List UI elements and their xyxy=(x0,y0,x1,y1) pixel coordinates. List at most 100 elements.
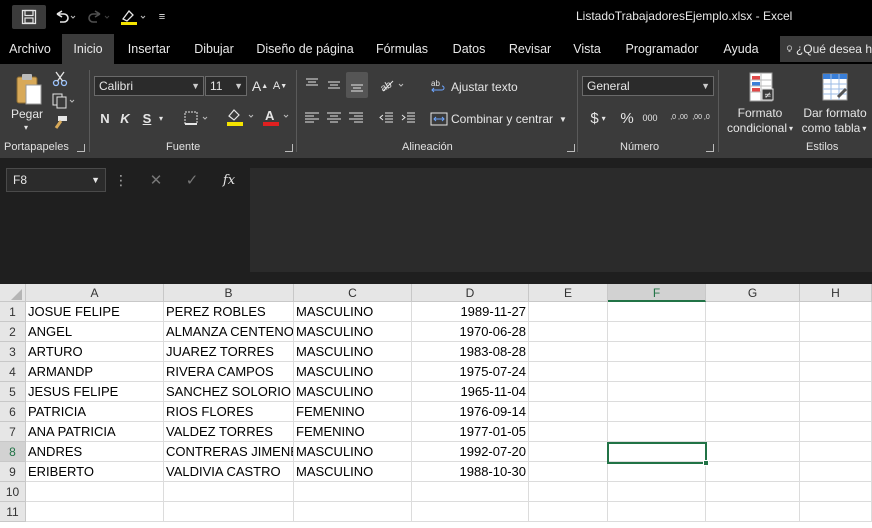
cell-c[interactable]: MASCULINO xyxy=(294,462,412,482)
row-header[interactable]: 3 xyxy=(0,342,26,362)
cell-f[interactable] xyxy=(608,362,706,382)
cell-b[interactable]: RIVERA CAMPOS xyxy=(164,362,294,382)
save-button[interactable] xyxy=(12,5,46,29)
cell-b[interactable]: VALDIVIA CASTRO xyxy=(164,462,294,482)
paste-button[interactable] xyxy=(8,70,50,110)
cell-g[interactable] xyxy=(706,442,800,462)
cell-h[interactable] xyxy=(800,442,872,462)
tab-diseno-pagina[interactable]: Diseño de página xyxy=(252,34,358,64)
row-header[interactable]: 1 xyxy=(0,302,26,322)
number-launcher[interactable] xyxy=(706,144,714,152)
cell-e[interactable] xyxy=(529,442,608,462)
underline-button[interactable]: S xyxy=(140,108,154,128)
conditional-format-button[interactable]: ≠ xyxy=(736,70,786,104)
cell-c[interactable] xyxy=(294,502,412,522)
align-left-button[interactable] xyxy=(302,108,322,128)
paste-dropdown[interactable]: ▾ xyxy=(18,122,34,132)
cell-d[interactable]: 1988-10-30 xyxy=(412,462,529,482)
column-header-h[interactable]: H xyxy=(800,284,872,302)
cell-b[interactable]: RIOS FLORES xyxy=(164,402,294,422)
highlight-button[interactable] xyxy=(118,5,148,29)
name-box[interactable]: F8 ▼ xyxy=(6,168,106,192)
font-color-button[interactable]: A xyxy=(260,106,292,128)
paste-label[interactable]: Pegar xyxy=(4,106,50,122)
italic-button[interactable]: K xyxy=(118,108,132,128)
align-middle-button[interactable] xyxy=(324,74,344,96)
cell-f[interactable] xyxy=(608,322,706,342)
currency-button[interactable]: $ ▾ xyxy=(586,108,610,128)
cell-e[interactable] xyxy=(529,302,608,322)
cell-g[interactable] xyxy=(706,502,800,522)
underline-dropdown[interactable]: ▾ xyxy=(156,108,166,128)
row-header[interactable]: 6 xyxy=(0,402,26,422)
cell-a[interactable] xyxy=(26,502,164,522)
cell-h[interactable] xyxy=(800,342,872,362)
cell-a[interactable]: PATRICIA xyxy=(26,402,164,422)
tab-vista[interactable]: Vista xyxy=(568,34,606,64)
percent-button[interactable]: % xyxy=(618,108,636,128)
align-top-button[interactable] xyxy=(302,74,322,96)
cell-b[interactable]: CONTRERAS JIMENEZ xyxy=(164,442,294,462)
cell-a[interactable] xyxy=(26,482,164,502)
customize-qat-button[interactable]: ≡ xyxy=(154,5,170,29)
increase-decimals-button[interactable]: ,0 ,00 xyxy=(670,108,688,128)
format-as-table-button[interactable] xyxy=(812,70,858,104)
cell-g[interactable] xyxy=(706,382,800,402)
cell-d[interactable]: 1977-01-05 xyxy=(412,422,529,442)
cell-b[interactable]: JUAREZ TORRES xyxy=(164,342,294,362)
grow-font-button[interactable]: A ▲ xyxy=(252,76,268,96)
cell-e[interactable] xyxy=(529,322,608,342)
thousands-button[interactable]: 000 xyxy=(640,108,660,128)
cell-e[interactable] xyxy=(529,342,608,362)
font-size-combo[interactable]: 11 ▼ xyxy=(205,76,247,96)
cell-f[interactable] xyxy=(608,482,706,502)
cell-a[interactable]: ERIBERTO xyxy=(26,462,164,482)
cell-f[interactable] xyxy=(608,462,706,482)
cell-a[interactable]: JESUS FELIPE xyxy=(26,382,164,402)
row-header[interactable]: 2 xyxy=(0,322,26,342)
cell-d[interactable]: 1989-11-27 xyxy=(412,302,529,322)
cell-f[interactable] xyxy=(608,422,706,442)
cell-e[interactable] xyxy=(529,362,608,382)
cell-a[interactable]: ARTURO xyxy=(26,342,164,362)
column-header-d[interactable]: D xyxy=(412,284,529,302)
wrap-text-button[interactable]: ab Ajustar texto xyxy=(430,76,524,98)
cell-c[interactable]: MASCULINO xyxy=(294,442,412,462)
cell-e[interactable] xyxy=(529,462,608,482)
decrease-decimals-button[interactable]: ,00 ,0 xyxy=(692,108,710,128)
row-header[interactable]: 5 xyxy=(0,382,26,402)
cell-h[interactable] xyxy=(800,322,872,342)
cell-g[interactable] xyxy=(706,322,800,342)
row-header[interactable]: 9 xyxy=(0,462,26,482)
formula-input[interactable] xyxy=(250,168,872,272)
row-header[interactable]: 8 xyxy=(0,442,26,462)
tab-archivo[interactable]: Archivo xyxy=(0,34,60,64)
tab-inicio[interactable]: Inicio xyxy=(62,34,114,64)
cell-f[interactable] xyxy=(608,342,706,362)
cell-g[interactable] xyxy=(706,302,800,322)
tab-formulas[interactable]: Fórmulas xyxy=(368,34,436,64)
cell-g[interactable] xyxy=(706,342,800,362)
cell-a[interactable]: ANDRES xyxy=(26,442,164,462)
cell-g[interactable] xyxy=(706,402,800,422)
copy-button[interactable] xyxy=(50,92,80,110)
cell-b[interactable]: ALMANZA CENTENO xyxy=(164,322,294,342)
cell-d[interactable]: 1970-06-28 xyxy=(412,322,529,342)
cell-h[interactable] xyxy=(800,402,872,422)
tell-me-box[interactable]: ¿Qué desea h xyxy=(780,36,872,62)
cell-b[interactable]: PEREZ ROBLES xyxy=(164,302,294,322)
cell-a[interactable]: JOSUE FELIPE xyxy=(26,302,164,322)
row-header[interactable]: 4 xyxy=(0,362,26,382)
cell-d[interactable]: 1975-07-24 xyxy=(412,362,529,382)
cell-d[interactable]: 1965-11-04 xyxy=(412,382,529,402)
cell-c[interactable]: MASCULINO xyxy=(294,362,412,382)
tab-insertar[interactable]: Insertar xyxy=(120,34,178,64)
row-header[interactable]: 10 xyxy=(0,482,26,502)
alignment-launcher[interactable] xyxy=(567,144,575,152)
active-cell-selection[interactable] xyxy=(607,442,707,464)
column-header-e[interactable]: E xyxy=(529,284,608,302)
select-all-corner[interactable] xyxy=(0,284,26,302)
cell-d[interactable] xyxy=(412,482,529,502)
cell-b[interactable] xyxy=(164,502,294,522)
column-header-a[interactable]: A xyxy=(26,284,164,302)
